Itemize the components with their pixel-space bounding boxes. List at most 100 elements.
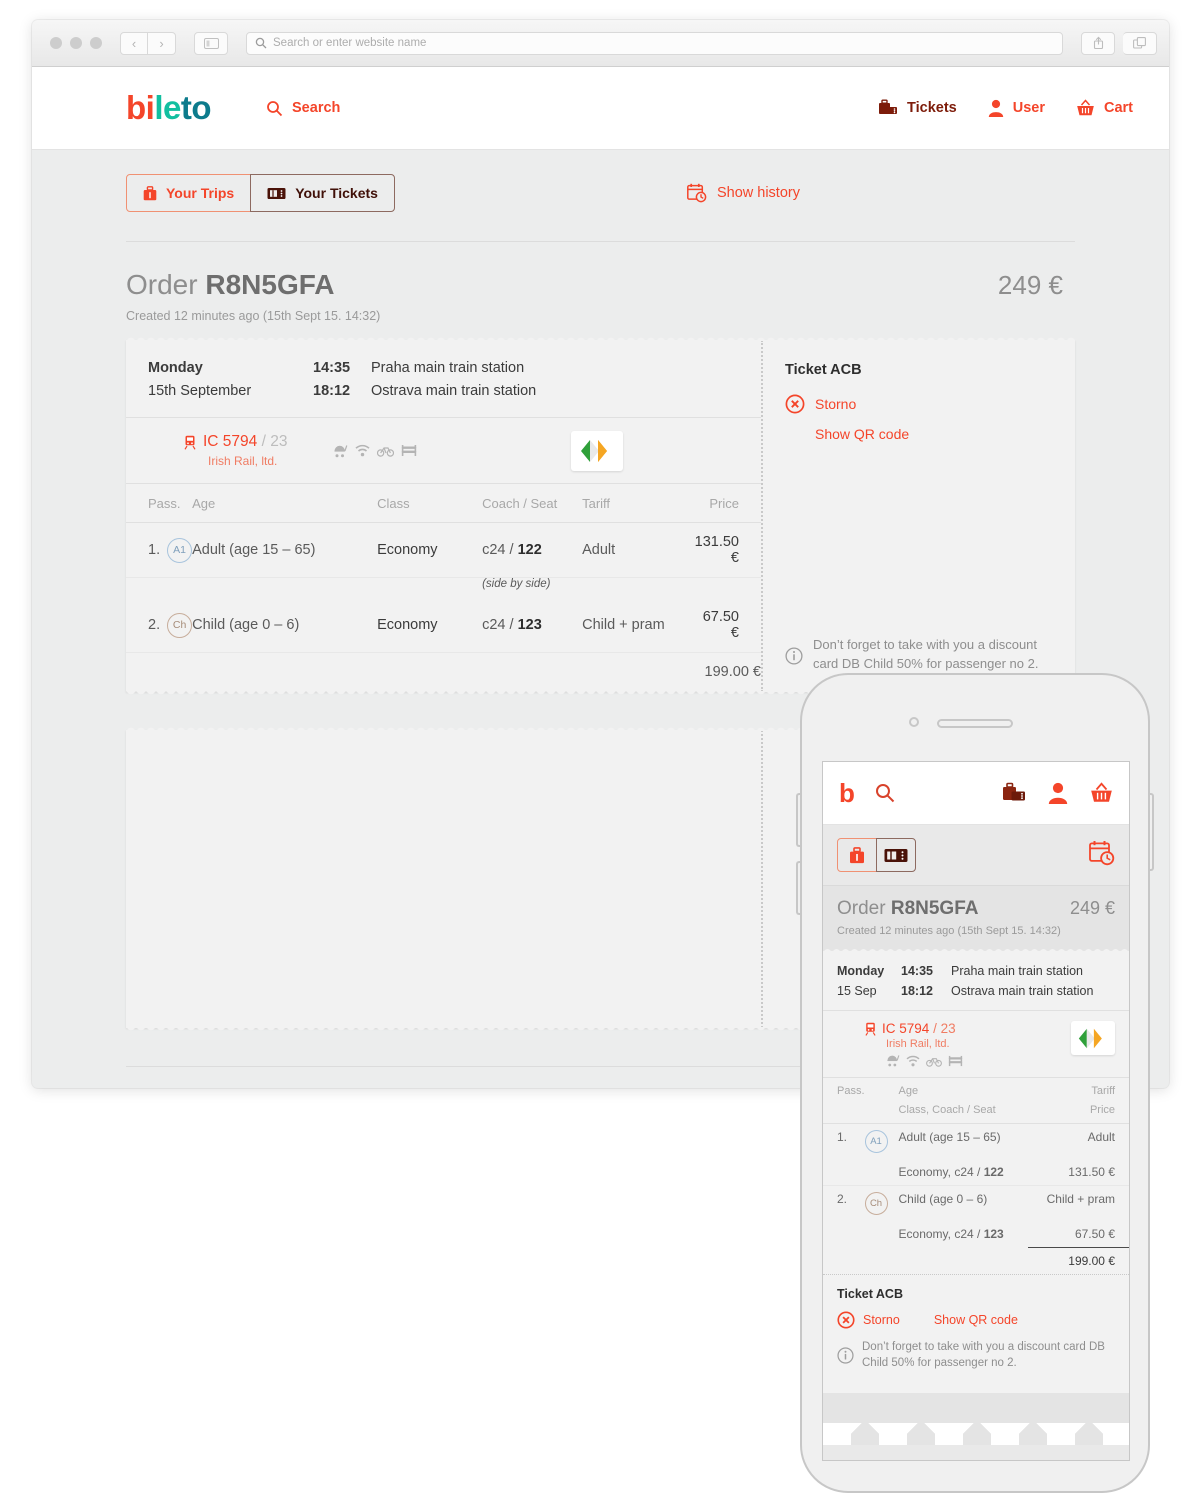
m-row-class-seat: Economy, c24 / 123 xyxy=(899,1221,1028,1248)
m-row-seat: 122 xyxy=(983,1165,1004,1179)
logo-part-1: bi xyxy=(126,89,155,126)
discount-note-text: Don’t forget to take with you a discount… xyxy=(813,636,1053,674)
mobile-train-info: IC 5794 / 23 Irish Rail, ltd. xyxy=(865,1021,963,1067)
power-button[interactable] xyxy=(1150,793,1154,871)
search-icon xyxy=(266,100,283,117)
mobile-logo[interactable]: b xyxy=(839,778,855,809)
volume-down-button[interactable] xyxy=(796,861,800,915)
th-class: Class xyxy=(377,484,483,523)
row-seat: 122 xyxy=(517,542,542,558)
mobile-trip-date: 15 Sep xyxy=(837,984,877,998)
ticket-card-1: Monday 15th September 14:35 18:12 Praha … xyxy=(126,336,1075,696)
search-icon[interactable] xyxy=(875,783,895,803)
mobile-storno-button[interactable]: Storno xyxy=(837,1311,900,1329)
m-row-class-seat: Economy, c24 / 122 xyxy=(898,1159,1028,1186)
train-row: IC 5794 / 23 Irish Rail, ltd. xyxy=(126,418,761,484)
nav-item-cart-label: Cart xyxy=(1103,100,1133,116)
m-row-number: 2. xyxy=(837,1192,848,1206)
address-bar[interactable]: Search or enter website name xyxy=(246,31,1063,55)
chrome-right-actions[interactable] xyxy=(1081,31,1157,55)
mobile-order-header: Order R8N5GFA 249 € Created 12 minutes a… xyxy=(823,885,1129,951)
phone-speaker xyxy=(937,719,1013,728)
m-th-pass: Pass. xyxy=(837,1085,865,1097)
m-row-tariff: Adult xyxy=(1087,1130,1115,1144)
phone-mockup: b Order R8N5GFA 249 € Created 12 minutes… xyxy=(796,673,1154,1493)
tickets-icon[interactable] xyxy=(1002,782,1026,804)
trip-day: Monday xyxy=(148,360,203,376)
table-row: 1. A1 Adult (age 15 – 65) Economy c24 / … xyxy=(126,522,761,578)
navigation-buttons[interactable]: ‹ › xyxy=(120,31,176,55)
mobile-table-row: 1. A1 Adult (age 15 – 65) Adult xyxy=(823,1124,1129,1160)
nav-item-cart[interactable]: Cart xyxy=(1076,99,1133,117)
mobile-ticket-section: Ticket ACB Storno Show QR code Don’t for… xyxy=(823,1274,1129,1386)
mobile-trip-header: Monday 15 Sep 14:35 18:12 Praha main tra… xyxy=(823,951,1129,1011)
carrier-logo xyxy=(571,430,623,471)
back-icon[interactable]: ‹ xyxy=(120,31,148,55)
info-icon xyxy=(785,637,803,674)
tab-your-trips-label: Your Trips xyxy=(166,185,235,201)
calendar-clock-icon xyxy=(1089,840,1115,866)
show-tabs-icon[interactable] xyxy=(1123,31,1157,55)
order-code: R8N5GFA xyxy=(205,269,335,300)
m-th-price: Price xyxy=(1089,1104,1115,1116)
search-icon xyxy=(255,37,267,49)
mobile-ticket-card: Monday 15 Sep 14:35 18:12 Praha main tra… xyxy=(823,946,1129,1446)
volume-up-button[interactable] xyxy=(796,793,800,847)
header-nav: Tickets User Cart xyxy=(878,99,1133,117)
discount-note-line-2: card DB Child 50% for passenger no 2. xyxy=(813,656,1039,672)
phone-camera xyxy=(909,717,919,727)
mobile-tab-your-trips[interactable] xyxy=(837,838,877,872)
share-icon[interactable] xyxy=(1081,31,1115,55)
row-number: 1. xyxy=(148,542,161,558)
mobile-table-total-row: 199.00 € xyxy=(823,1247,1129,1274)
mobile-tab-your-tickets[interactable] xyxy=(876,838,916,872)
minimize-window-button[interactable] xyxy=(70,37,82,49)
show-qr-code-link[interactable]: Show QR code xyxy=(815,426,1053,442)
discount-note-line-1: Don’t forget to take with you a discount xyxy=(813,637,1038,653)
maximize-window-button[interactable] xyxy=(90,37,102,49)
show-history-link[interactable]: Show history xyxy=(687,183,800,203)
nav-item-user[interactable]: User xyxy=(988,99,1045,117)
cart-icon[interactable] xyxy=(1090,782,1113,804)
ticket-icon xyxy=(267,187,286,200)
m-row-badge-cell: A1 xyxy=(864,1124,899,1160)
bileto-logo[interactable]: bileto xyxy=(126,89,212,127)
trip-date: 15th September xyxy=(148,383,252,399)
order-created-1: Created 12 minutes ago (15th Sept 15. 14… xyxy=(126,309,381,323)
browser-chrome: ‹ › Search or enter website name xyxy=(32,20,1169,67)
cancel-circle-icon xyxy=(785,394,805,414)
table-total-price: 199.00 € xyxy=(694,652,761,692)
train-number-block[interactable]: IC 5794 / 23 xyxy=(184,433,287,451)
mobile-depart-time: 14:35 xyxy=(901,964,933,978)
mobile-train-number-block[interactable]: IC 5794 / 23 xyxy=(865,1021,963,1036)
storno-label: Storno xyxy=(815,396,857,412)
window-traffic-lights[interactable] xyxy=(50,37,102,49)
close-window-button[interactable] xyxy=(50,37,62,49)
site-header: bileto Search Tickets User Cart xyxy=(32,67,1169,150)
passenger-badge: A1 xyxy=(167,537,193,563)
train-number-suffix: / 23 xyxy=(261,433,288,450)
tab-your-trips[interactable]: Your Trips xyxy=(126,174,252,212)
mobile-show-history-button[interactable] xyxy=(1089,840,1115,871)
m-th-age: Age xyxy=(898,1085,919,1097)
mobile-show-qr-code-link[interactable]: Show QR code xyxy=(934,1313,1018,1327)
ticket-side-panel: Ticket ACB Storno Show QR code Don’t for… xyxy=(761,340,1075,692)
train-carrier: Irish Rail, ltd. xyxy=(208,454,278,468)
mobile-storno-label: Storno xyxy=(863,1313,900,1327)
mobile-torn-edge xyxy=(823,1389,1129,1446)
bicycle-icon xyxy=(377,444,395,458)
mobile-arrive-time: 18:12 xyxy=(901,984,933,998)
trip-date-block: Monday 15th September xyxy=(148,360,313,399)
m-row-price: 131.50 € xyxy=(1027,1159,1129,1186)
mobile-order-created: Created 12 minutes ago (15th Sept 15. 14… xyxy=(837,925,1061,937)
storno-button[interactable]: Storno xyxy=(785,394,1053,414)
user-icon[interactable] xyxy=(1048,782,1068,804)
forward-icon[interactable]: › xyxy=(148,31,176,55)
th-price: Price xyxy=(694,484,761,523)
discount-note: Don’t forget to take with you a discount… xyxy=(785,636,1053,674)
train-icon xyxy=(865,1022,876,1036)
sidebar-toggle-icon[interactable] xyxy=(194,31,228,55)
header-search-link[interactable]: Search xyxy=(266,100,340,117)
nav-item-tickets[interactable]: Tickets xyxy=(878,99,957,117)
tab-your-tickets[interactable]: Your Tickets xyxy=(250,174,395,212)
